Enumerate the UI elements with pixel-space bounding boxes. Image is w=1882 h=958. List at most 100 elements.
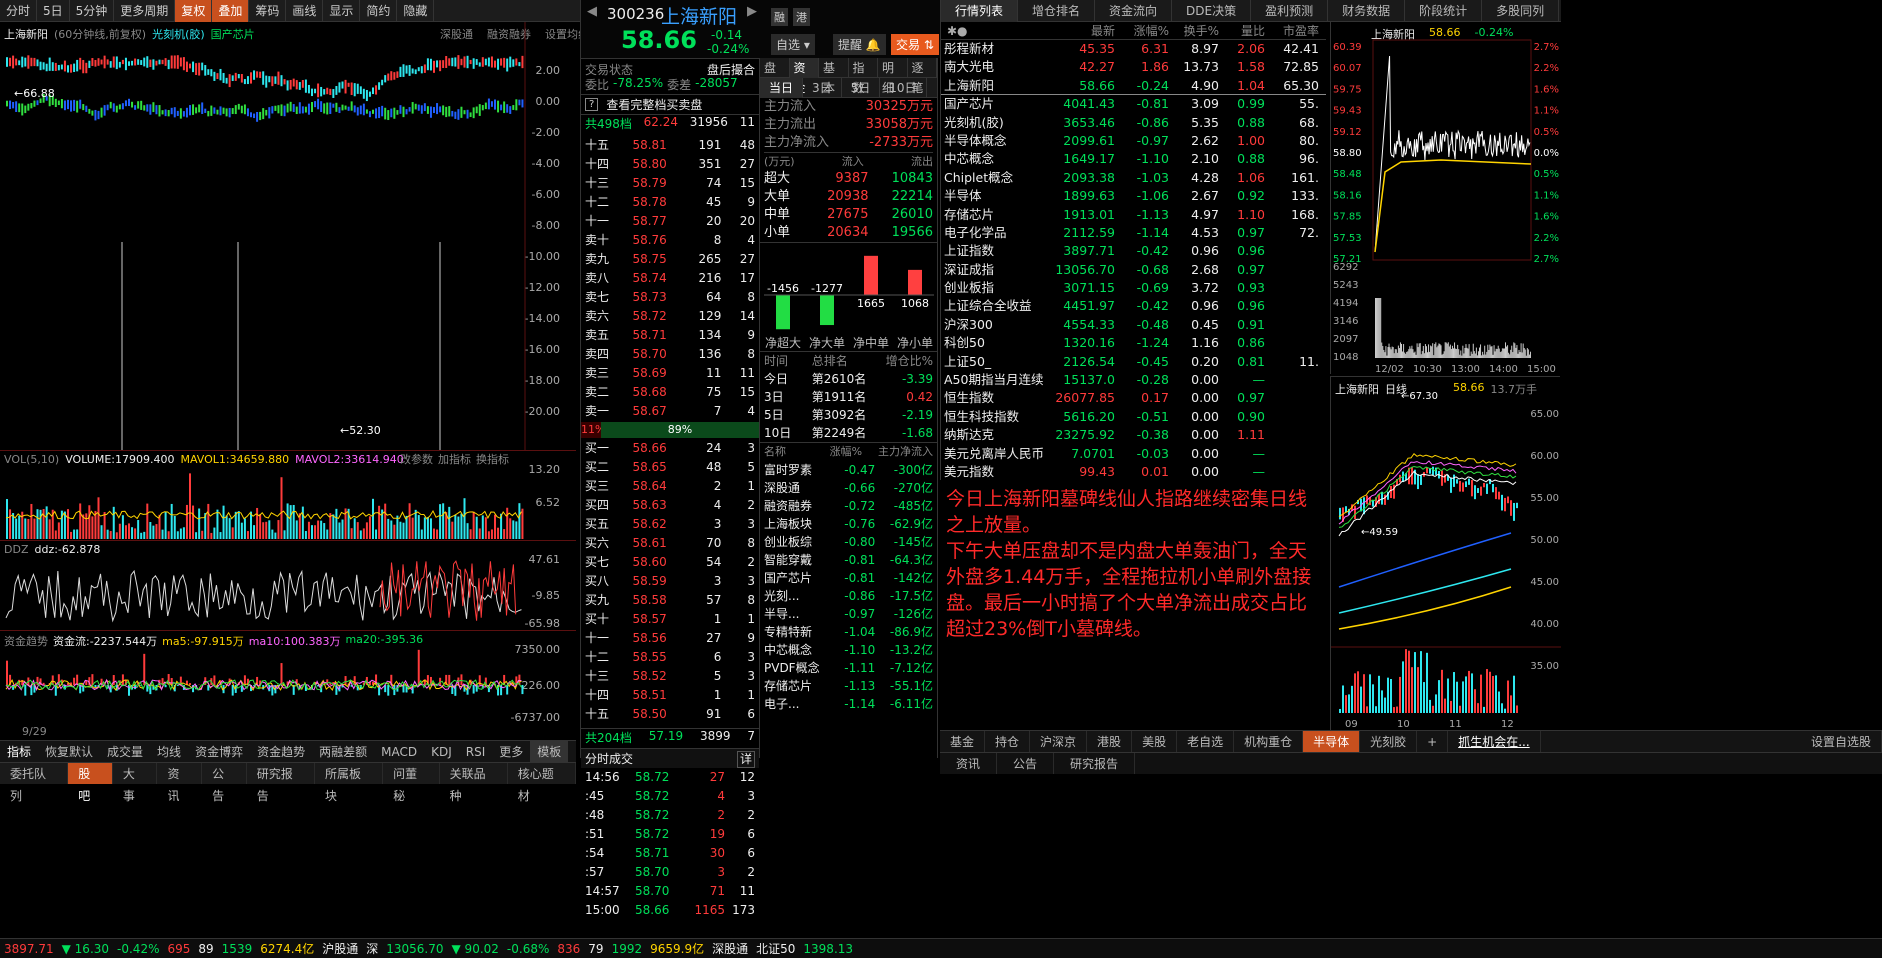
sector-row[interactable]: PVDF概念 -1.11 -7.12亿 (764, 659, 933, 677)
list-row[interactable]: 科创50 1320.16 -1.24 1.16 0.86 (941, 334, 1326, 352)
indicator-tab-4[interactable]: 资金博弈 (188, 741, 250, 762)
list-col-header[interactable]: 市盈率 (1265, 22, 1319, 39)
ask-row[interactable]: 十一 58.77 20 20 (581, 212, 759, 231)
ask-row[interactable]: 十四 58.80 351 27 (581, 155, 759, 174)
list-row[interactable]: 中芯概念 1649.17 -1.10 2.10 0.88 96. (941, 150, 1326, 168)
bid-row[interactable]: 十四 58.51 1 1 (581, 686, 759, 705)
bid-row[interactable]: 十一 58.56 27 9 (581, 629, 759, 648)
bid-row[interactable]: 买五 58.62 3 3 (581, 515, 759, 534)
list-row[interactable]: 半导体 1899.63 -1.06 2.67 0.92 133. (941, 187, 1326, 205)
sector-row[interactable]: 半导... -0.97 -126亿 (764, 605, 933, 623)
sector-row[interactable]: 专精特新 -1.04 -86.9亿 (764, 623, 933, 641)
bottom-tab-7[interactable]: 问董秘 (383, 763, 440, 803)
prev-stock-arrow[interactable]: ◀ (587, 4, 597, 19)
ask-row[interactable]: 卖八 58.74 216 17 (581, 269, 759, 288)
list-tab-1[interactable]: 增仓排名 (1018, 0, 1096, 22)
toolbar-item-2[interactable]: 5分钟 (70, 0, 115, 22)
fund-tab-2[interactable]: 基本 (819, 58, 849, 95)
list-tab-0[interactable]: 行情列表 (941, 0, 1019, 22)
ask-row[interactable]: 卖十 58.76 8 4 (581, 231, 759, 250)
group-tab-6[interactable]: 机构重仓 (1234, 731, 1304, 752)
bottom-tab-2[interactable]: 大事 (113, 763, 158, 803)
sector-row[interactable]: 中芯概念 -1.10 -13.2亿 (764, 641, 933, 659)
full-depth-link[interactable]: 查看完整档买卖盘 (606, 96, 702, 113)
fund-tab-0[interactable]: 盘口 (760, 58, 790, 95)
bid-row[interactable]: 买一 58.66 24 3 (581, 439, 759, 458)
toolbar-item-9[interactable]: 简约 (360, 0, 398, 22)
list-row[interactable]: 深证成指 13056.70 -0.68 2.68 0.97 (941, 261, 1326, 279)
fund-tab-1[interactable]: 资金 (789, 58, 819, 95)
ask-row[interactable]: 卖九 58.75 265 27 (581, 250, 759, 269)
list-row[interactable]: 上证综合全收益 4451.97 -0.42 0.96 0.96 (941, 297, 1326, 315)
fund-trend-panel[interactable]: 资金趋势 资金流:-2237.544万 ma5:-97.915万 ma10:10… (0, 630, 576, 740)
fund-day-2[interactable]: 5日 (842, 78, 881, 98)
daily-mini-chart[interactable]: 上海新阳 日线 58.66 13.7万手 65.00 60.00 55.00 50.0… (1330, 376, 1561, 730)
ask-row[interactable]: 卖一 58.67 7 4 (581, 402, 759, 421)
ask-row[interactable]: 十三 58.79 74 15 (581, 174, 759, 193)
add-group-icon[interactable]: + (1417, 731, 1449, 752)
sector-row[interactable]: 国产芯片 -0.81 -142亿 (764, 569, 933, 587)
info-tab-2[interactable]: 研究报告 (1054, 753, 1136, 774)
group-tab-5[interactable]: 老自选 (1177, 731, 1235, 752)
indicator-tab-8[interactable]: KDJ (424, 741, 459, 762)
list-col-header[interactable]: 换手% (1169, 22, 1219, 39)
list-row[interactable]: 半导体概念 2099.61 -0.97 2.62 1.00 80. (941, 132, 1326, 150)
list-row[interactable]: 上证50_ 2126.54 -0.45 0.20 0.81 11. (941, 353, 1326, 371)
list-row[interactable]: 上证指数 3897.71 -0.42 0.96 0.96 (941, 242, 1326, 260)
indicator-tab-1[interactable]: 恢复默认 (38, 741, 100, 762)
bottom-tab-1[interactable]: 股吧 (68, 763, 113, 803)
add-watchlist-button[interactable]: 自选 ▾ (771, 34, 815, 55)
sector-row[interactable]: 智能穿戴 -0.81 -64.3亿 (764, 551, 933, 569)
group-tab-0[interactable]: 基金 (940, 731, 986, 752)
list-row[interactable]: 电子化学品 2112.59 -1.14 4.53 0.97 72. (941, 224, 1326, 242)
trade-button[interactable]: 交易 ⇅ (891, 34, 939, 55)
list-tab-7[interactable]: 多股同列 (1482, 0, 1560, 22)
list-row[interactable]: 彤程新材 45.35 6.31 8.97 2.06 42.41 (941, 40, 1326, 58)
list-row[interactable]: Chiplet概念 2093.38 -1.03 4.28 1.06 161. (941, 169, 1326, 187)
list-sort-icon[interactable]: ✱● (941, 22, 1051, 39)
list-col-header[interactable]: 量比 (1219, 22, 1265, 39)
kline-panel[interactable]: 上海新阳 (60分钟线,前复权) 光刻机(胶) 国产芯片 深股通 融资融券 设置… (0, 22, 589, 450)
list-row[interactable]: 纳斯达克 23275.92 -0.38 0.00 1.11 (941, 426, 1326, 444)
sector-row[interactable]: 存储芯片 -1.13 -55.1亿 (764, 677, 933, 695)
list-tab-3[interactable]: DDE决策 (1172, 0, 1252, 22)
bottom-tab-5[interactable]: 研究报告 (247, 763, 315, 803)
ticks-detail-button[interactable]: 详 (736, 751, 755, 768)
list-tab-2[interactable]: 资金流向 (1095, 0, 1173, 22)
info-tab-0[interactable]: 资讯 (940, 753, 998, 774)
list-row[interactable]: 光刻机(胶) 3653.46 -0.86 5.35 0.88 68. (941, 114, 1326, 132)
list-col-header[interactable]: 涨幅% (1115, 22, 1169, 39)
toolbar-item-8[interactable]: 显示 (323, 0, 361, 22)
fund-tab-5[interactable]: 逐笔 (908, 58, 937, 95)
fund-day-0[interactable]: 当日 (760, 78, 804, 98)
vol-panel[interactable]: VOL(5,10) VOLUME:17909.400 MAVOL1:34659.… (0, 450, 576, 540)
indicator-tab-7[interactable]: MACD (374, 741, 424, 762)
indicator-tab-10[interactable]: 更多 (492, 741, 530, 762)
info-tab-1[interactable]: 公告 (997, 753, 1055, 774)
bid-row[interactable]: 买四 58.63 4 2 (581, 496, 759, 515)
toolbar-item-6[interactable]: 筹码 (249, 0, 287, 22)
toolbar-item-4[interactable]: 复权 (175, 0, 213, 22)
list-row[interactable]: 国产芯片 4041.43 -0.81 3.09 0.99 55. (941, 95, 1326, 113)
bid-row[interactable]: 十五 58.50 91 6 (581, 705, 759, 724)
list-row[interactable]: 恒生科技指数 5616.20 -0.51 0.00 0.90 (941, 408, 1326, 426)
bid-row[interactable]: 买六 58.61 70 8 (581, 534, 759, 553)
indicator-tab-11[interactable]: 模板 (530, 741, 569, 762)
list-tab-5[interactable]: 财务数据 (1328, 0, 1406, 22)
bid-row[interactable]: 十三 58.52 5 3 (581, 667, 759, 686)
ddz-panel[interactable]: DDZ ddz:-62.878 47.61 -9.85 -65.98 (0, 540, 576, 630)
indicator-tab-3[interactable]: 均线 (150, 741, 188, 762)
sector-row[interactable]: 富时罗素 -0.47 -300亿 (764, 461, 933, 479)
bid-row[interactable]: 买十 58.57 1 1 (581, 610, 759, 629)
toolbar-item-1[interactable]: 5日 (37, 0, 70, 22)
intraday-mini-chart[interactable]: 上海新阳 58.66 -0.24% 60.39 2.7% 60.07 2.2% 59.7… (1330, 22, 1560, 374)
group-tab-3[interactable]: 港股 (1087, 731, 1133, 752)
bottom-tab-3[interactable]: 资讯 (157, 763, 203, 803)
bid-row[interactable]: 买二 58.65 48 5 (581, 458, 759, 477)
list-row[interactable]: 美元指数 99.43 0.01 0.00 — (941, 463, 1326, 481)
ask-row[interactable]: 卖四 58.70 136 8 (581, 345, 759, 364)
list-row[interactable]: 南大光电 42.27 1.86 13.73 1.58 72.85 (941, 58, 1326, 76)
watchlist-settings-button[interactable]: 设置自选股 (1801, 731, 1882, 752)
indicator-tab-2[interactable]: 成交量 (100, 741, 150, 762)
remind-button[interactable]: 提醒 🔔 (833, 34, 886, 55)
